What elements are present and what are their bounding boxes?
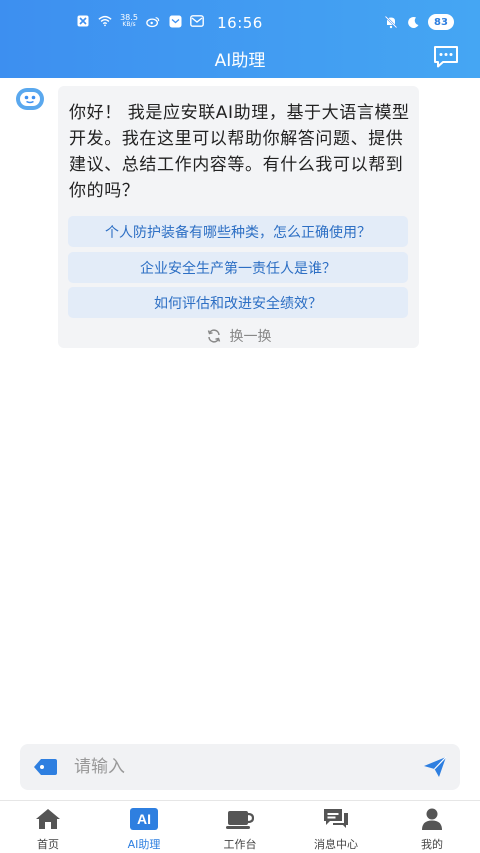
- send-button[interactable]: [422, 755, 448, 779]
- profile-icon: [418, 807, 446, 831]
- bot-greeting-text: 你好！ 我是应安联AI助理，基于大语言模型开发。我在这里可以帮助你解答问题、提供…: [69, 103, 410, 201]
- bot-avatar: [14, 86, 46, 112]
- app-header: 38.5 KB/s 16:56 83 AI助理: [0, 0, 480, 78]
- chat-bubble-icon: [434, 46, 458, 68]
- title-bar: AI助理: [0, 40, 480, 74]
- svg-text:AI: AI: [137, 811, 151, 827]
- refresh-label: 换一换: [229, 329, 272, 345]
- tab-workbench[interactable]: 工作台: [192, 801, 288, 853]
- tab-ai-assistant[interactable]: AI AI助理: [96, 801, 192, 853]
- refresh-suggestions-button[interactable]: 换一换: [58, 326, 419, 346]
- tab-label: 首页: [37, 838, 59, 851]
- bot-message-bubble: 你好！ 我是应安联AI助理，基于大语言模型开发。我在这里可以帮助你解答问题、提供…: [58, 86, 419, 348]
- home-icon: [34, 807, 62, 831]
- moon-icon: [406, 15, 420, 29]
- status-bar: 38.5 KB/s 16:56 83: [0, 0, 480, 44]
- mute-bell-icon: [384, 15, 398, 29]
- workbench-icon: [226, 807, 254, 831]
- message-input[interactable]: [74, 752, 394, 782]
- robot-icon: [16, 88, 44, 110]
- chat-history-button[interactable]: [432, 44, 460, 70]
- chat-input-bar: [20, 744, 460, 790]
- tab-label: 工作台: [223, 838, 257, 851]
- tab-message-center[interactable]: 消息中心: [288, 801, 384, 853]
- ai-icon: AI: [130, 807, 158, 831]
- tab-profile[interactable]: 我的: [384, 801, 480, 853]
- suggestion-chip[interactable]: 个人防护装备有哪些种类，怎么正确使用？: [68, 216, 408, 247]
- status-right: 83: [384, 14, 454, 30]
- page-title: AI助理: [214, 51, 266, 71]
- refresh-icon: [207, 329, 220, 343]
- tab-label: AI助理: [127, 838, 161, 851]
- bottom-tab-bar: 首页 AI AI助理 工作台 消息中心 我的: [0, 800, 480, 853]
- message-center-icon: [322, 807, 350, 831]
- chat-area[interactable]: 你好！ 我是应安联AI助理，基于大语言模型开发。我在这里可以帮助你解答问题、提供…: [0, 78, 480, 742]
- battery-indicator: 83: [428, 14, 454, 30]
- send-icon: [424, 756, 447, 777]
- tab-label: 我的: [421, 838, 443, 851]
- tab-home[interactable]: 首页: [0, 801, 96, 853]
- suggestion-chip[interactable]: 企业安全生产第一责任人是谁？: [68, 252, 408, 283]
- suggestion-chip[interactable]: 如何评估和改进安全绩效？: [68, 287, 408, 318]
- tag-icon: [34, 759, 57, 775]
- tab-label: 消息中心: [314, 838, 358, 851]
- tag-button[interactable]: [32, 756, 58, 778]
